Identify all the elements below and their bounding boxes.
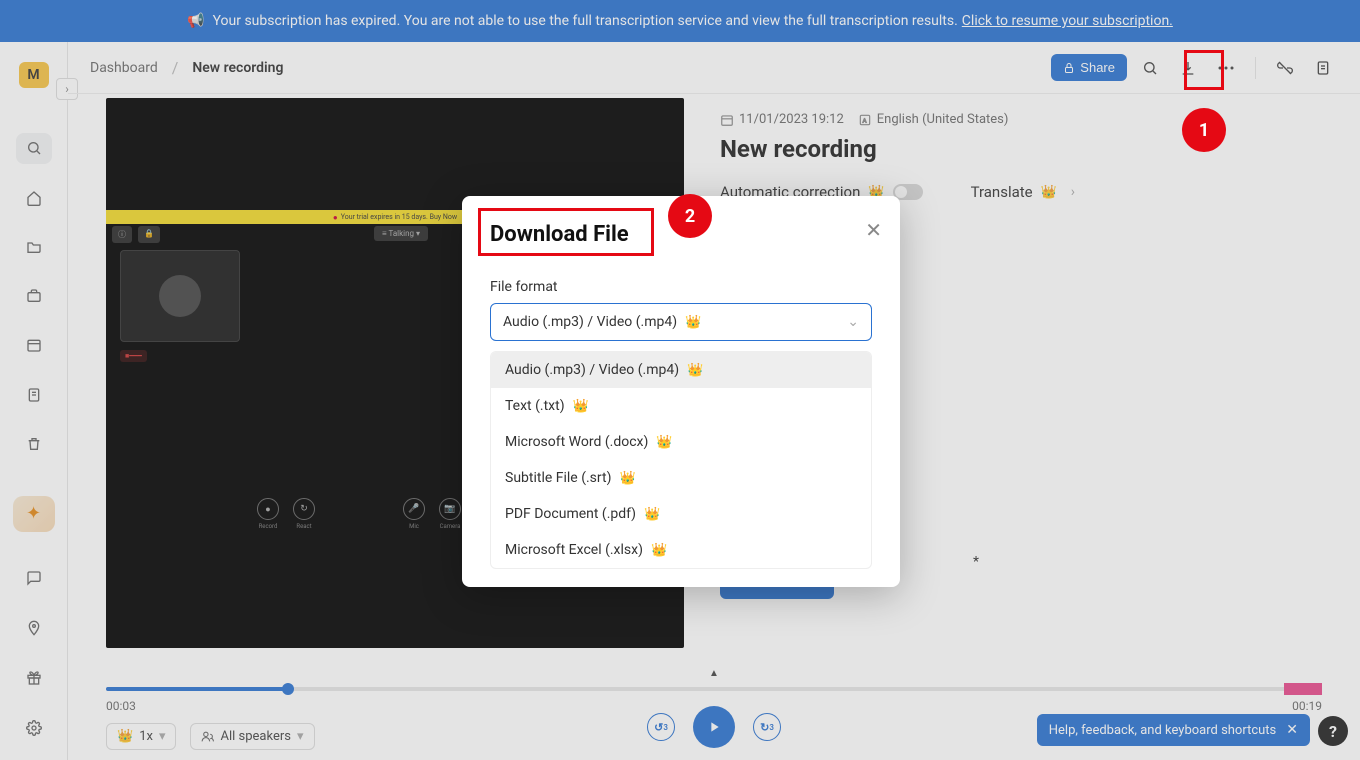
option-word[interactable]: Microsoft Word (.docx)👑 — [491, 424, 871, 460]
file-format-dropdown: Audio (.mp3) / Video (.mp4)👑 Text (.txt)… — [490, 351, 872, 569]
option-pdf[interactable]: PDF Document (.pdf)👑 — [491, 496, 871, 532]
crown-icon: 👑 — [687, 363, 703, 378]
option-srt[interactable]: Subtitle File (.srt)👑 — [491, 460, 871, 496]
crown-icon: 👑 — [619, 471, 635, 486]
annotation-number-2: 2 — [668, 194, 712, 238]
annotation-number-1: 1 — [1182, 108, 1226, 152]
annotation-box-2 — [478, 208, 654, 256]
crown-icon: 👑 — [651, 543, 667, 558]
crown-icon: 👑 — [656, 435, 672, 450]
crown-icon: 👑 — [573, 399, 589, 414]
modal-close-button[interactable]: ✕ — [865, 218, 882, 242]
option-text[interactable]: Text (.txt)👑 — [491, 388, 871, 424]
annotation-box-1 — [1184, 50, 1224, 90]
crown-icon: 👑 — [685, 315, 701, 330]
crown-icon: 👑 — [644, 507, 660, 522]
file-format-select[interactable]: Audio (.mp3) / Video (.mp4)👑 ⌄ — [490, 303, 872, 341]
chevron-down-icon: ⌄ — [847, 314, 859, 330]
option-xlsx[interactable]: Microsoft Excel (.xlsx)👑 — [491, 532, 871, 568]
file-format-label: File format — [490, 279, 872, 295]
option-audio-video[interactable]: Audio (.mp3) / Video (.mp4)👑 — [491, 352, 871, 388]
